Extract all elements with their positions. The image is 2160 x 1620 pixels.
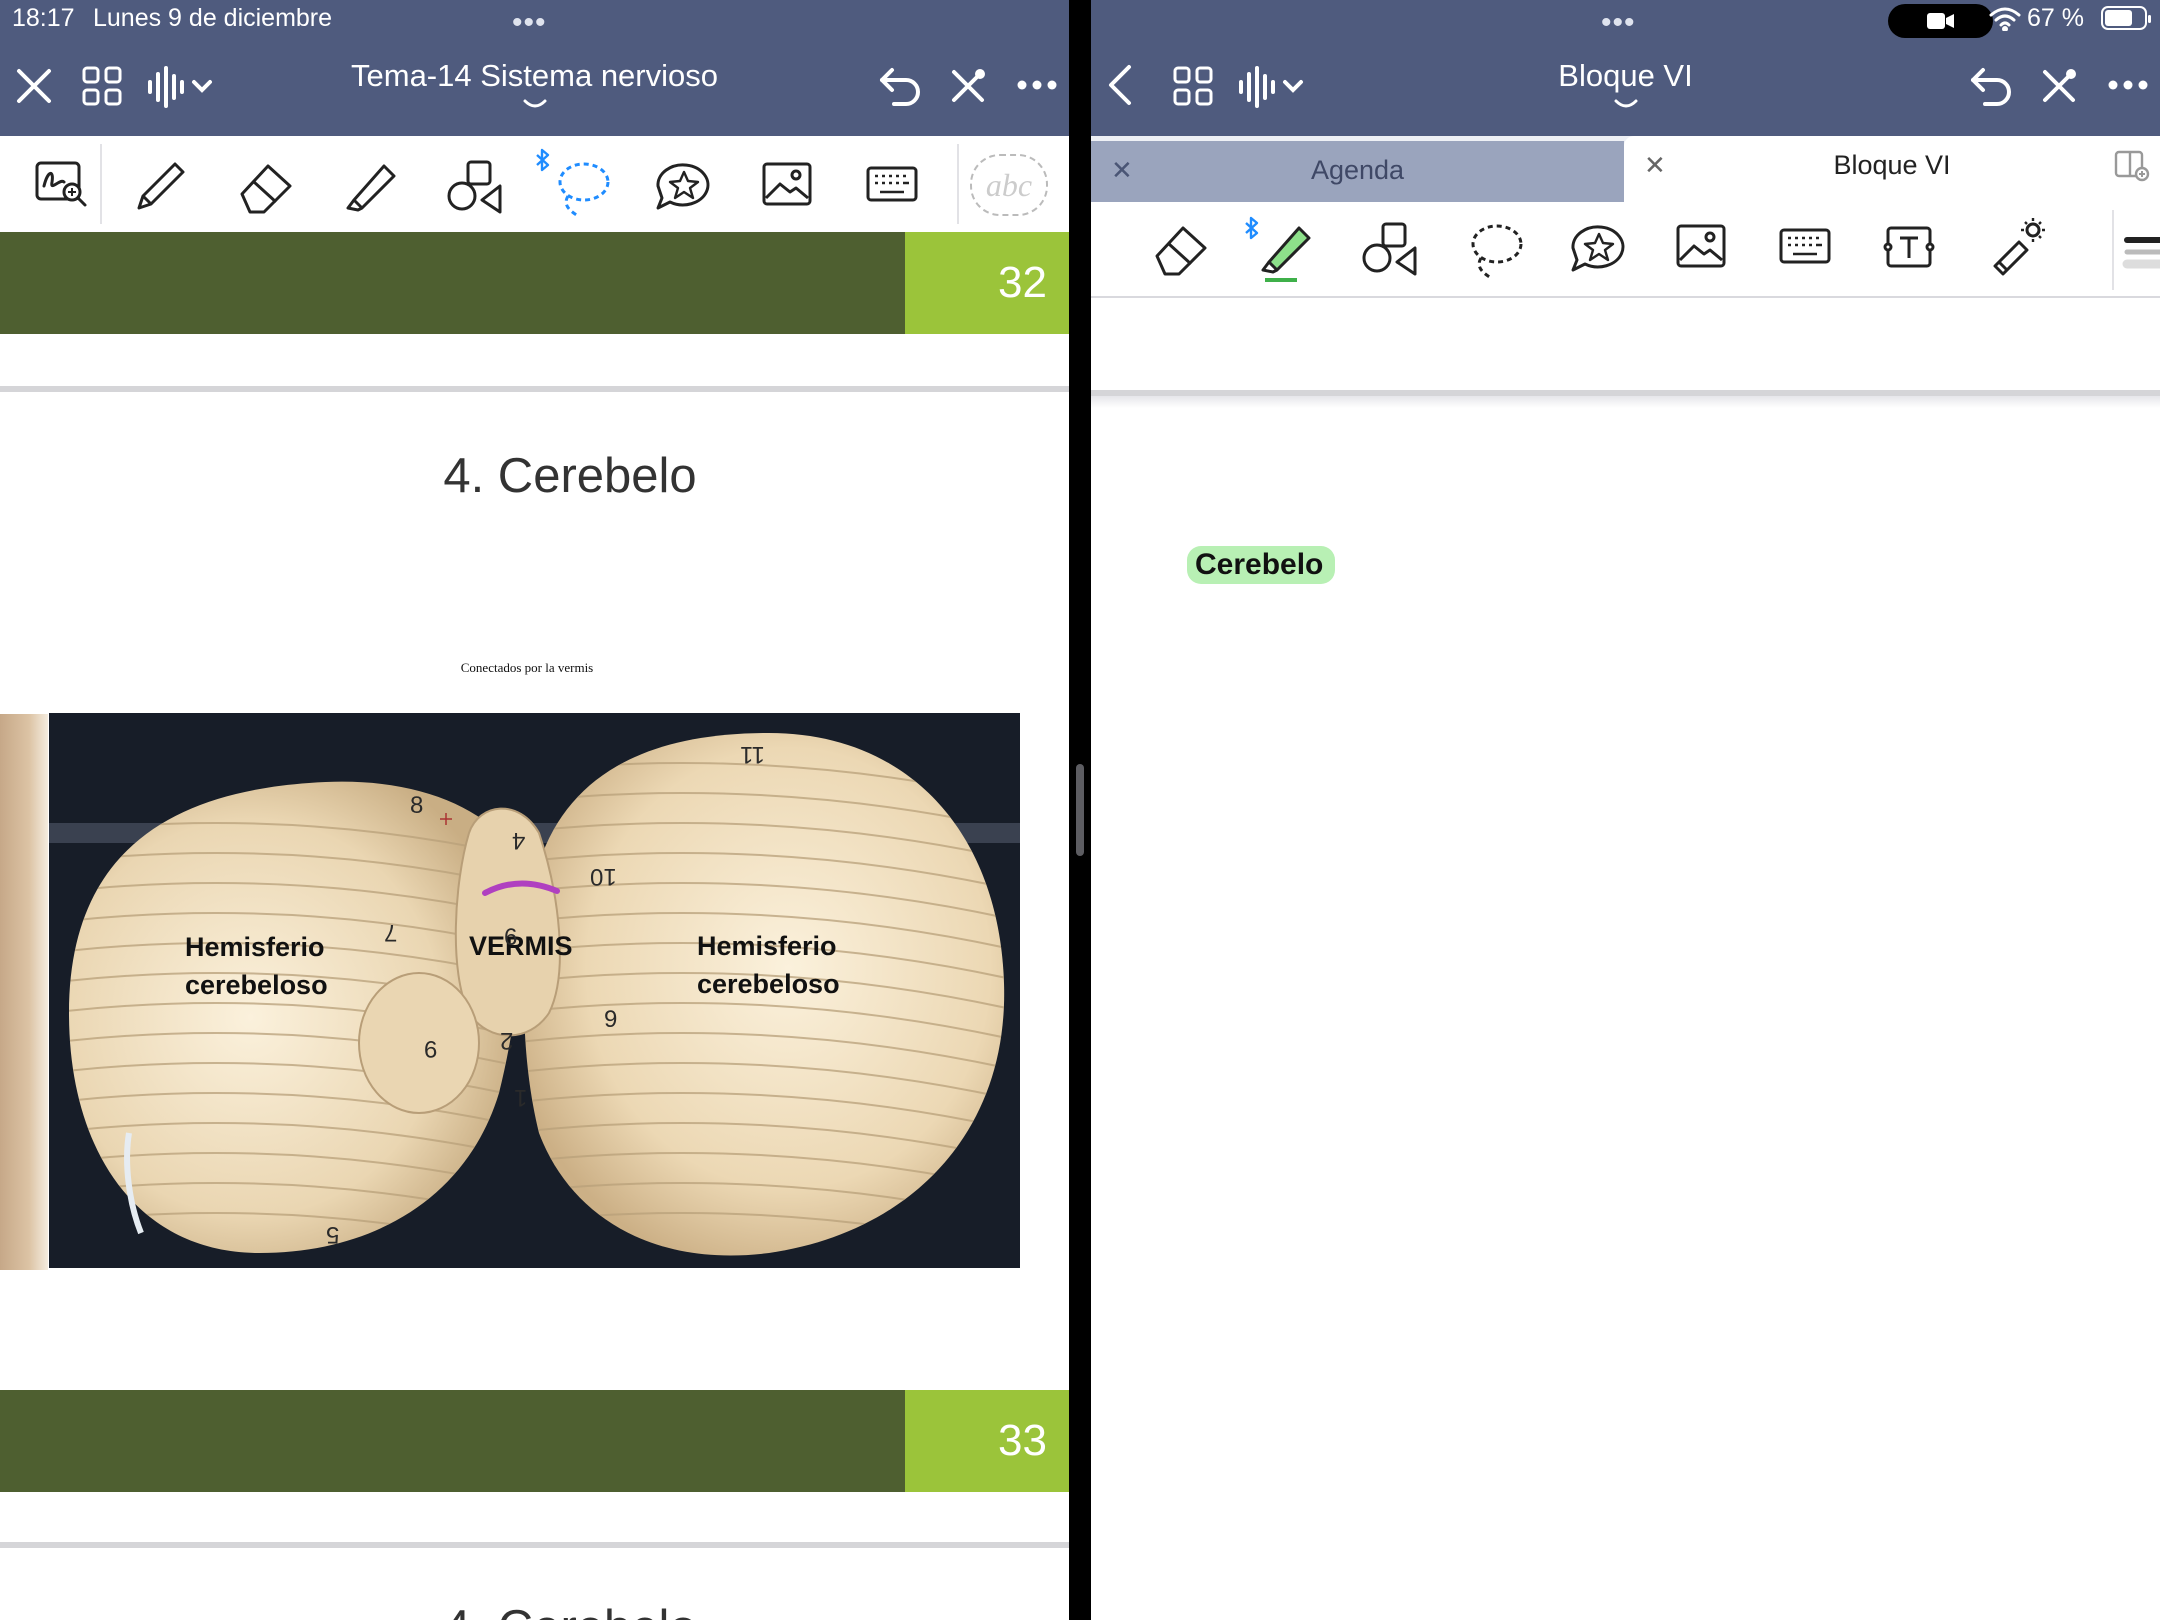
tab-bloque-vi[interactable]: ✕ Bloque VI — [1624, 136, 2160, 202]
lasso-icon[interactable] — [1467, 220, 1529, 287]
sticker-icon[interactable] — [652, 160, 714, 217]
undo-icon[interactable] — [1969, 66, 2013, 111]
page-shadow — [1091, 396, 2160, 408]
lobule-number: 10 — [590, 863, 617, 890]
lobule-number: 6 — [504, 924, 518, 951]
keyboard-icon[interactable] — [866, 166, 918, 207]
battery-icon — [2101, 6, 2151, 30]
eraser-icon[interactable] — [1151, 218, 1213, 283]
hemisphere-left-label-2: cerebeloso — [185, 970, 328, 1000]
handwriting-abc-icon[interactable]: abc — [970, 154, 1048, 216]
lasso-zoom-icon[interactable] — [34, 160, 88, 213]
right-split-pane: ••• 67 % Bloque VI ✕ Agenda ✕ Bloque VI … — [1091, 0, 2160, 1620]
lasso-icon[interactable] — [552, 158, 614, 225]
lobule-number: 11 — [740, 741, 765, 768]
undo-icon[interactable] — [878, 66, 922, 111]
left-navbar: 18:17 Lunes 9 de diciembre ••• Tema-14 S… — [0, 0, 1069, 136]
handwritten-caption: Conectados por la vermis — [460, 660, 594, 675]
keyboard-icon[interactable] — [1779, 228, 1831, 269]
slide-title: 4. Cerebelo — [443, 449, 697, 503]
more-icon[interactable] — [2107, 78, 2149, 96]
lobule-number: 4 — [512, 827, 526, 854]
adjacent-image-edge — [0, 714, 48, 1270]
more-icon[interactable] — [1016, 78, 1058, 96]
pen-cursor-dot — [440, 812, 452, 830]
slide-footer-banner: 32 — [0, 232, 1069, 334]
shapes-icon[interactable] — [446, 158, 508, 221]
hemisphere-left-label-1: Hemisferio — [185, 932, 325, 962]
lobule-number: 8 — [410, 792, 424, 819]
pen-tool-toggle-icon[interactable] — [2039, 66, 2079, 111]
document-tabs: ✕ Agenda ✕ Bloque VI — [1091, 136, 2160, 202]
eraser-icon[interactable] — [236, 156, 298, 221]
next-slide-title: 4. Cerebelo — [0, 1600, 1069, 1620]
pen-tool-toggle-icon[interactable] — [948, 66, 988, 111]
tab-agenda[interactable]: ✕ Agenda — [1091, 141, 1624, 202]
pen-icon[interactable] — [131, 156, 191, 221]
right-navbar: ••• 67 % Bloque VI — [1091, 0, 2160, 136]
new-tab-icon[interactable] — [2114, 150, 2150, 187]
bluetooth-icon — [534, 148, 552, 177]
battery-tip — [2148, 15, 2151, 23]
text-box-icon[interactable] — [1882, 224, 1936, 275]
status-time: 18:17 — [12, 4, 75, 32]
shapes-icon[interactable] — [1361, 220, 1423, 283]
highlighter-icon[interactable] — [1255, 218, 1317, 289]
lobule-number: 9 — [424, 1035, 438, 1062]
slide-footer-banner: 33 — [0, 1390, 1069, 1492]
wifi-icon — [1988, 7, 2022, 36]
pen-width-icon[interactable] — [2121, 226, 2160, 281]
lobule-number: 2 — [500, 1027, 514, 1054]
status-date: Lunes 9 de diciembre — [93, 4, 333, 32]
image-icon[interactable] — [762, 162, 812, 211]
hemisphere-right-label-1: Hemisferio — [697, 931, 837, 961]
toolbar-divider — [100, 144, 102, 224]
tab-label: Agenda — [1310, 155, 1405, 185]
multitask-dots[interactable]: ••• — [1601, 6, 1636, 40]
battery-percentage: 67 % — [2027, 4, 2084, 32]
right-toolbar — [1091, 202, 2160, 298]
laser-pointer-icon[interactable] — [1985, 216, 2047, 283]
lobule-number: 1 — [514, 1084, 528, 1111]
toolbar-divider — [957, 144, 959, 224]
page-separator — [0, 386, 1069, 392]
page-separator — [0, 1542, 1069, 1548]
lobule-number: 9 — [604, 1006, 618, 1033]
vermis-label: VERMIS — [469, 931, 573, 961]
lobule-number: 7 — [384, 919, 398, 946]
camera-in-use-indicator — [1888, 4, 1993, 38]
highlighter-icon[interactable] — [340, 156, 402, 221]
highlighted-note-text[interactable]: Cerebelo — [1187, 546, 1336, 584]
sticker-icon[interactable] — [1567, 222, 1629, 279]
lobule-number: 5 — [326, 1221, 340, 1248]
multitask-dots[interactable]: ••• — [512, 6, 547, 40]
battery-level-fill — [2105, 10, 2132, 26]
hemisphere-right-label-2: cerebeloso — [697, 969, 840, 999]
split-view-divider[interactable] — [1069, 0, 1091, 1620]
toolbar-divider — [2112, 210, 2114, 290]
tab-label: Bloque VI — [1833, 150, 1951, 180]
left-toolbar: abc — [0, 136, 1069, 234]
split-view-handle[interactable] — [1076, 764, 1084, 856]
slide-number: 32 — [905, 232, 1069, 334]
slide-number: 33 — [905, 1390, 1069, 1492]
image-icon[interactable] — [1676, 224, 1726, 273]
left-split-pane: 18:17 Lunes 9 de diciembre ••• Tema-14 S… — [0, 0, 1069, 1620]
